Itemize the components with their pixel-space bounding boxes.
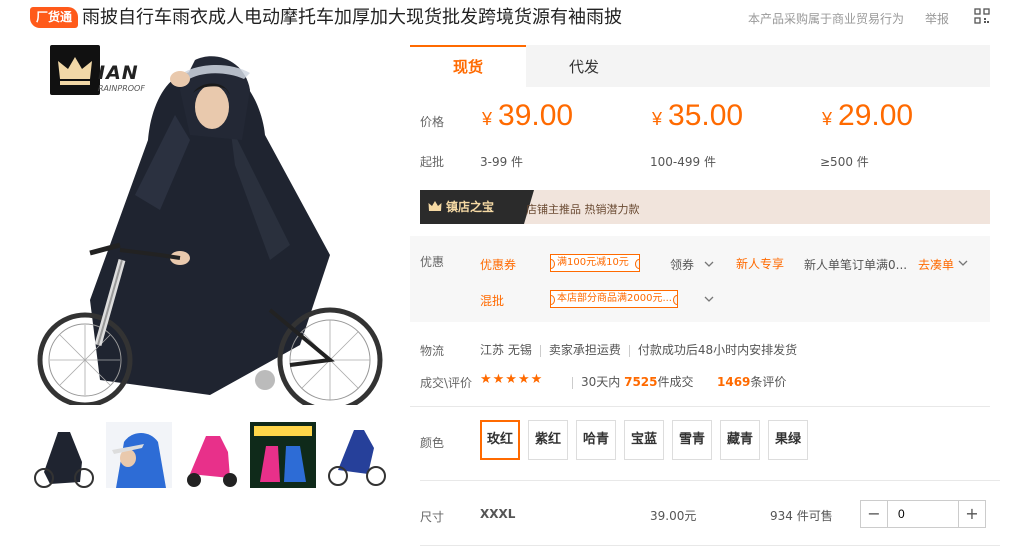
color-option[interactable]: 藏青: [720, 420, 760, 460]
logistics-info: 江苏 无锡 卖家承担运费 付款成功后48小时内安排发货: [480, 341, 797, 358]
color-option[interactable]: 紫红: [528, 420, 568, 460]
divider-line: [420, 545, 1000, 546]
reviews-label: 成交\评价: [420, 376, 473, 390]
new-user-text: 新人单笔订单满0...: [804, 258, 908, 272]
color-option[interactable]: 哈青: [576, 420, 616, 460]
size-value: XXXL: [480, 507, 516, 521]
brand-subtext: RAINPROOF: [98, 84, 145, 93]
trade-note: 本产品采购属于商业贸易行为: [748, 12, 905, 26]
thumbnail[interactable]: [250, 422, 316, 488]
thumbnail[interactable]: [30, 422, 96, 488]
logistics-row: 物流 江苏 无锡 卖家承担运费 付款成功后48小时内安排发货: [410, 338, 990, 362]
brand-text: IAN: [98, 62, 139, 84]
moq-label: 起批: [420, 155, 445, 169]
chevron-down-icon[interactable]: [704, 294, 714, 304]
color-label: 颜色: [420, 436, 445, 450]
sales-info: 30天内 7525件成交: [564, 373, 694, 390]
color-option[interactable]: 果绿: [768, 420, 808, 460]
size-price: 39.00元: [650, 509, 697, 523]
ship-time: 付款成功后48小时内安排发货: [637, 343, 798, 357]
divider-line: [410, 406, 990, 407]
quantity-stepper: − +: [860, 500, 986, 528]
thumb-pink-poncho-image: [180, 422, 246, 488]
title-bar: 厂货通 雨披自行车雨衣成人电动摩托车加厚加大现货批发跨境货源有袖雨披 本产品采购…: [0, 0, 1025, 36]
thumbnail[interactable]: [180, 422, 246, 488]
crown-logo-icon: [58, 57, 92, 85]
review-count: 1469: [717, 375, 751, 389]
coupon-badge[interactable]: 满100元减10元: [550, 254, 640, 272]
origin: 江苏 无锡: [480, 343, 532, 357]
quantity-input[interactable]: [887, 501, 959, 527]
decrease-button[interactable]: −: [861, 501, 887, 527]
thumb-blue-poncho-image: [106, 422, 172, 488]
price-label: 价格: [420, 115, 445, 129]
divider-line: [420, 480, 1000, 481]
tab-in-stock[interactable]: 现货: [410, 45, 526, 87]
coupon-label: 优惠券: [480, 258, 517, 272]
thumbnail[interactable]: [324, 422, 390, 488]
crown-icon: [428, 201, 442, 211]
qty-tier-3: ≥500 件: [820, 155, 869, 169]
size-row: 尺寸 XXXL 39.00元 934 件可售 − +: [410, 496, 990, 532]
claim-coupon-link[interactable]: 领券: [670, 256, 694, 273]
thumb-promo-poster-image: [250, 422, 316, 488]
increase-button[interactable]: +: [959, 501, 985, 527]
new-user-label: 新人专享: [736, 257, 785, 271]
reviews-row: 成交\评价 ★★★★★ 30天内 7525件成交 1469条评价: [410, 370, 990, 394]
report-link[interactable]: 举报: [925, 10, 949, 27]
factory-badge: 厂货通: [30, 7, 79, 28]
stock-available: 934 件可售: [770, 509, 833, 523]
price-area: 价格 起批 ¥39.00 3-99 件 ¥35.00 100-499 件 ¥29…: [410, 87, 990, 181]
promo-text: 店铺主推品 热销潜力款: [526, 203, 640, 216]
chevron-down-icon[interactable]: [704, 259, 714, 269]
price-tier-3: ¥29.00: [822, 99, 914, 132]
color-option[interactable]: 宝蓝: [624, 420, 664, 460]
store-treasure-tag: 镇店之宝: [420, 190, 534, 224]
divider: [572, 376, 573, 389]
price-tier-1: ¥39.00: [482, 99, 574, 132]
review-info[interactable]: 1469条评价: [717, 373, 786, 390]
star-rating: ★★★★★: [480, 372, 544, 387]
discount-area: 优惠 优惠券 满100元减10元 领券 新人专享 新人单笔订单满0... 去凑单…: [410, 236, 990, 322]
brand-logo: [50, 45, 100, 95]
promo-banner: 镇店之宝 店铺主推品 热销潜力款: [420, 190, 990, 224]
qty-tier-1: 3-99 件: [480, 155, 524, 169]
price-tier-2: ¥35.00: [652, 99, 744, 132]
main-product-image[interactable]: [30, 45, 390, 405]
gather-order-link[interactable]: 去凑单: [918, 256, 954, 273]
color-option[interactable]: 雪青: [672, 420, 712, 460]
thumbnail[interactable]: [106, 422, 172, 488]
logistics-label: 物流: [420, 344, 445, 358]
divider: [628, 344, 630, 357]
qr-code-icon[interactable]: [974, 8, 990, 24]
product-title: 雨披自行车雨衣成人电动摩托车加厚加大现货批发跨境货源有袖雨披: [82, 7, 622, 28]
color-option[interactable]: 玫红: [480, 420, 520, 460]
thumb-navy-poncho-image: [324, 422, 390, 488]
thumbnail-strip: [30, 422, 390, 492]
chevron-down-icon[interactable]: [958, 258, 968, 268]
divider: [539, 344, 541, 357]
size-label: 尺寸: [420, 510, 445, 524]
discount-label: 优惠: [420, 255, 445, 269]
tab-dropship[interactable]: 代发: [526, 45, 642, 87]
mixed-batch-badge[interactable]: 本店部分商品满2000元...: [550, 290, 678, 308]
raincoat-cyclist-illustration: [37, 56, 383, 405]
freight: 卖家承担运费: [548, 343, 621, 357]
qty-tier-2: 100-499 件: [650, 155, 716, 169]
sold-count: 7525: [624, 375, 658, 389]
stock-tabs: 现货 代发: [410, 45, 990, 87]
thumb-dark-poncho-image: [30, 422, 96, 488]
color-selector: 颜色 玫红 紫红 哈青 宝蓝 雪青 藏青 果绿: [410, 420, 990, 464]
mixed-batch-label: 混批: [480, 294, 505, 308]
